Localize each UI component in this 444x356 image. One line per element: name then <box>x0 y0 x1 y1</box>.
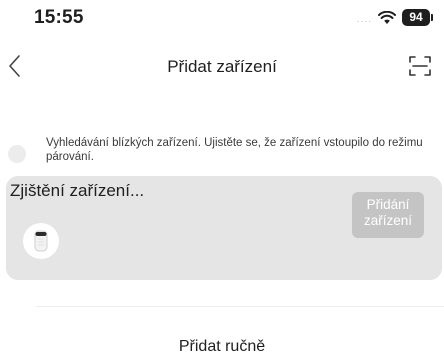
add-manually-button[interactable]: Přidat ručně <box>0 338 444 356</box>
add-device-button[interactable]: Přidání zařízení <box>352 192 424 238</box>
status-bar: 15:55 .... 94 <box>0 0 444 36</box>
hint-text: Vyhledávání blízkých zařízení. Ujistěte … <box>46 137 423 163</box>
loading-spinner-icon <box>8 145 26 163</box>
scan-icon[interactable] <box>408 54 432 78</box>
status-icons: .... 94 <box>356 9 433 26</box>
page-title: Přidat zařízení <box>167 57 277 76</box>
nav-bar: Přidat zařízení <box>0 48 444 88</box>
card-title: Zjištění zařízení... <box>10 181 145 200</box>
wifi-icon <box>378 10 396 24</box>
device-image <box>23 223 59 259</box>
divider <box>36 306 444 307</box>
status-time: 15:55 <box>34 7 84 28</box>
cellular-signal-icon: .... <box>356 14 372 25</box>
air-purifier-icon <box>34 230 48 252</box>
discovered-device-card: Zjištění zařízení... Přidání zařízení <box>6 176 442 280</box>
battery-icon: 94 <box>402 9 433 26</box>
